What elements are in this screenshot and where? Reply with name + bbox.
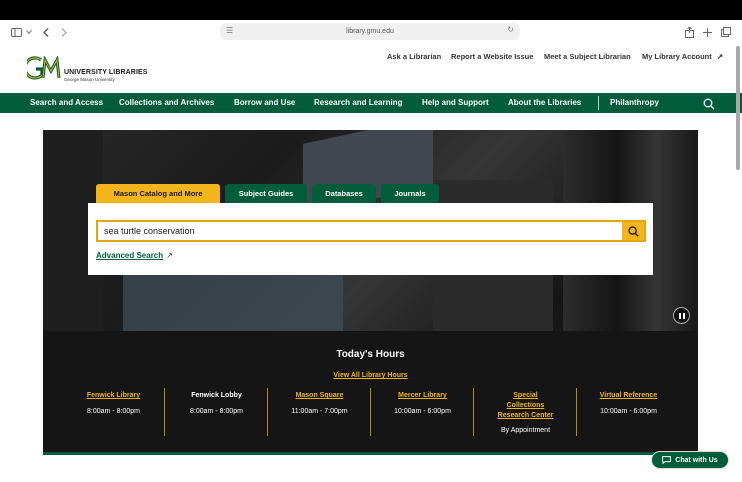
reader-icon[interactable]: ☰ bbox=[226, 26, 233, 35]
chat-with-us-button[interactable]: Chat with Us bbox=[651, 451, 729, 469]
location-mercer-library: Mercer Library 10:00am - 6:00pm bbox=[371, 391, 474, 415]
logo-subtitle: George Mason University bbox=[64, 77, 115, 82]
location-time: By Appointment bbox=[500, 427, 551, 434]
search-panel: Advanced Search↗ bbox=[88, 203, 653, 275]
gm-logo-mark[interactable] bbox=[23, 55, 61, 82]
search-box bbox=[96, 220, 646, 242]
location-virtual-reference: Virtual Reference 10:00am - 6:00pm bbox=[577, 391, 680, 415]
location-time: 11:00am - 7:00pm bbox=[291, 408, 348, 415]
ask-a-librarian-link[interactable]: Ask a Librarian bbox=[387, 52, 441, 61]
reload-icon[interactable]: ↻ bbox=[507, 25, 514, 34]
todays-hours-section: Today's Hours View All Library Hours Fen… bbox=[43, 331, 698, 455]
top-strip bbox=[0, 0, 742, 20]
nav-divider bbox=[598, 96, 599, 110]
pause-icon[interactable] bbox=[673, 307, 690, 324]
share-icon[interactable] bbox=[684, 24, 694, 40]
chevron-down-icon[interactable] bbox=[25, 24, 33, 40]
location-name[interactable]: Special Collections Research Center bbox=[494, 391, 557, 421]
sidebar-icon[interactable] bbox=[10, 24, 22, 40]
location-name[interactable]: Mason Square bbox=[268, 391, 371, 401]
url-bar[interactable]: ☰ library.gmu.edu ↻ bbox=[220, 23, 520, 40]
forward-icon[interactable] bbox=[59, 24, 69, 40]
nav-about-the-libraries[interactable]: About the Libraries bbox=[508, 98, 581, 107]
nav-borrow-and-use[interactable]: Borrow and Use bbox=[234, 98, 295, 107]
tab-journals[interactable]: Journals bbox=[381, 184, 439, 203]
search-icon bbox=[627, 225, 639, 237]
new-tab-icon[interactable] bbox=[702, 24, 712, 40]
browser-toolbar: ☰ library.gmu.edu ↻ bbox=[0, 20, 742, 44]
logo-title[interactable]: UNIVERSITY LIBRARIES bbox=[64, 69, 148, 76]
nav-philanthropy[interactable]: Philanthropy bbox=[610, 98, 659, 107]
external-link-icon: ↗ bbox=[166, 251, 173, 260]
location-name[interactable]: Virtual Reference bbox=[577, 391, 680, 401]
view-all-hours-link[interactable]: View All Library Hours bbox=[43, 372, 698, 379]
nav-research-and-learning[interactable]: Research and Learning bbox=[314, 98, 402, 107]
advanced-search-label: Advanced Search bbox=[96, 251, 164, 260]
tab-databases[interactable]: Databases bbox=[312, 184, 376, 203]
meet-subject-librarian-link[interactable]: Meet a Subject Librarian bbox=[544, 52, 631, 61]
search-icon[interactable] bbox=[703, 97, 715, 110]
url-text: library.gmu.edu bbox=[346, 28, 394, 35]
my-library-account-label: My Library Account bbox=[642, 52, 712, 61]
location-fenwick-library: Fenwick Library 8:00am - 8:00pm bbox=[62, 391, 165, 415]
main-nav: Search and Access Collections and Archiv… bbox=[0, 93, 742, 113]
location-time: 10:00am - 6:00pm bbox=[600, 408, 657, 415]
my-library-account-link[interactable]: My Library Account ↗ bbox=[642, 52, 723, 61]
search-submit-button[interactable] bbox=[622, 222, 644, 240]
catalog-search-input[interactable] bbox=[98, 222, 624, 240]
location-name[interactable]: Mercer Library bbox=[371, 391, 474, 401]
nav-collections-and-archives[interactable]: Collections and Archives bbox=[119, 98, 214, 107]
location-time: 10:00am - 6:00pm bbox=[394, 408, 451, 415]
location-name[interactable]: Fenwick Library bbox=[62, 391, 165, 401]
page: ☰ library.gmu.edu ↻ UNIVERSITY LIBRARIES… bbox=[0, 0, 742, 482]
report-website-issue-link[interactable]: Report a Website Issue bbox=[451, 52, 533, 61]
back-icon[interactable] bbox=[41, 24, 51, 40]
location-special-collections: Special Collections Research Center By A… bbox=[474, 391, 577, 434]
chat-icon bbox=[662, 456, 672, 464]
nav-search-and-access[interactable]: Search and Access bbox=[30, 98, 103, 107]
location-name: Fenwick Lobby bbox=[191, 392, 242, 399]
external-link-icon: ↗ bbox=[716, 52, 724, 61]
advanced-search-link[interactable]: Advanced Search ↗ bbox=[96, 251, 173, 260]
location-fenwick-lobby: Fenwick Lobby 8:00am - 8:00pm bbox=[165, 391, 268, 415]
tab-subject-guides[interactable]: Subject Guides bbox=[225, 184, 307, 203]
tabs-icon[interactable] bbox=[721, 24, 731, 40]
location-time: 8:00am - 8:00pm bbox=[190, 408, 243, 415]
chat-label: Chat with Us bbox=[675, 456, 718, 464]
page-scrollbar[interactable] bbox=[736, 46, 740, 170]
location-mason-square: Mason Square 11:00am - 7:00pm bbox=[268, 391, 371, 415]
nav-help-and-support[interactable]: Help and Support bbox=[422, 98, 489, 107]
hours-title: Today's Hours bbox=[336, 349, 405, 360]
location-time: 8:00am - 8:00pm bbox=[87, 408, 140, 415]
tab-mason-catalog[interactable]: Mason Catalog and More bbox=[96, 184, 220, 203]
